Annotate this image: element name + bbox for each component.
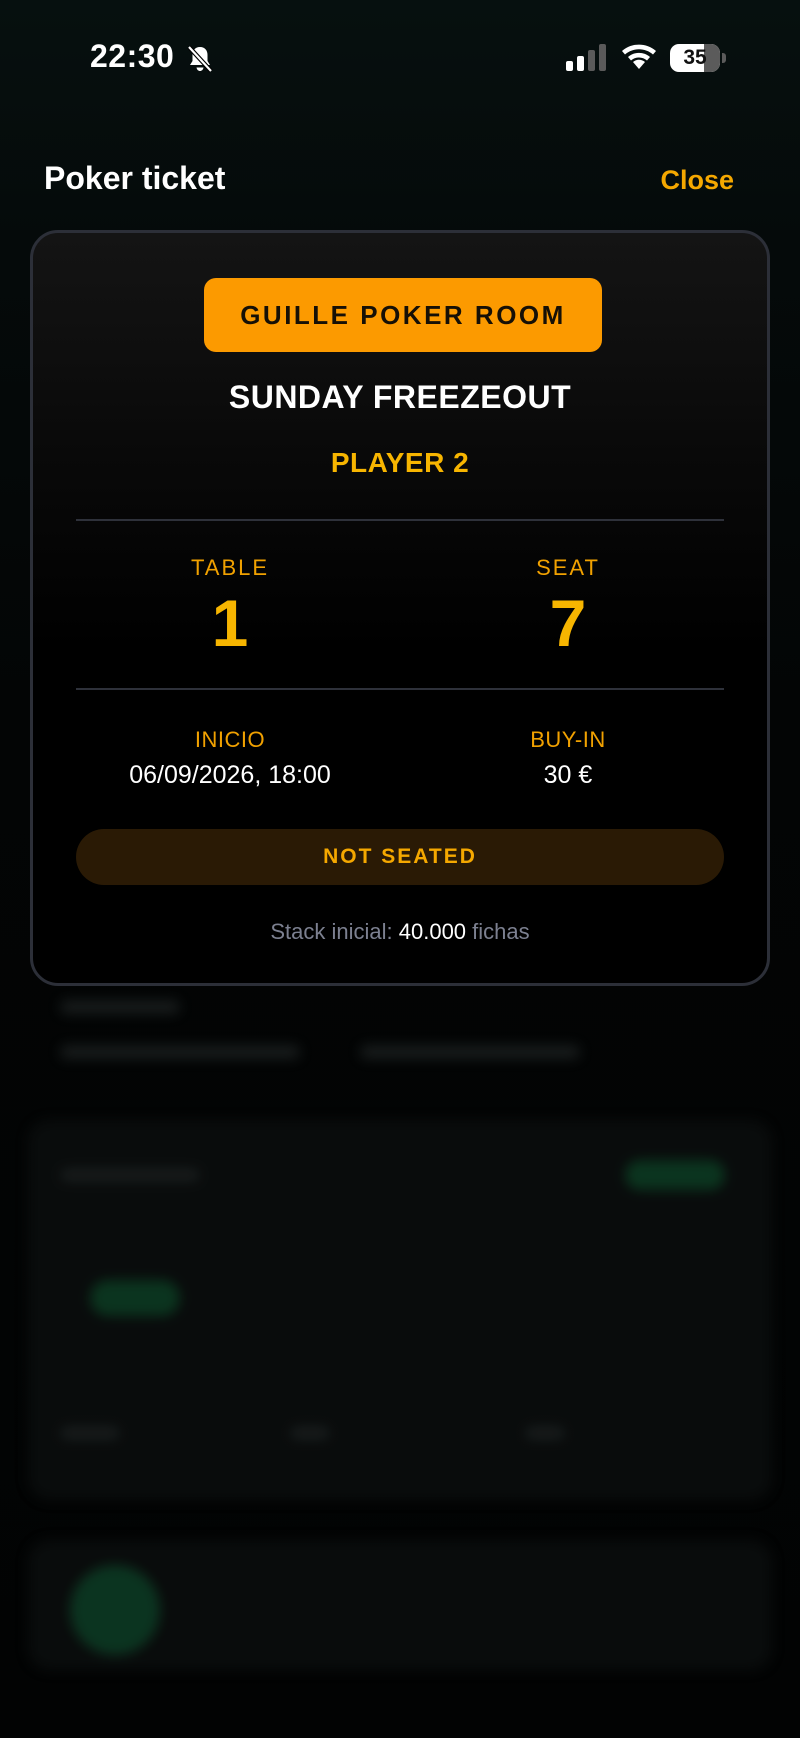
screen: 22:30 35 Poker ticket Close GUILLE POKER… <box>0 0 800 1738</box>
room-name-badge: GUILLE POKER ROOM <box>204 278 602 352</box>
close-button[interactable]: Close <box>660 165 734 196</box>
status-time: 22:30 <box>90 38 175 74</box>
stack-suffix: fichas <box>472 919 530 944</box>
poker-ticket-card: GUILLE POKER ROOM SUNDAY FREEZEOUT PLAYE… <box>30 230 770 986</box>
player-name: PLAYER 2 <box>330 447 470 478</box>
seat-value: 7 <box>549 586 587 660</box>
battery-icon: 35 <box>670 44 726 72</box>
bg-placeholder <box>360 1045 580 1059</box>
bg-tab-highlight <box>70 1565 160 1655</box>
wifi-icon <box>622 44 656 69</box>
bg-placeholder <box>290 1426 330 1440</box>
cellular-signal-icon <box>566 44 606 71</box>
bg-green-pill <box>90 1280 180 1316</box>
divider <box>76 688 724 690</box>
seat-status-badge: NOT SEATED <box>76 829 724 885</box>
battery-level: 35 <box>683 46 707 69</box>
start-label: INICIO <box>194 727 266 752</box>
buyin-label: BUY-IN <box>530 727 606 752</box>
sheet-title: Poker ticket <box>44 160 226 196</box>
event-name: SUNDAY FREEZEOUT <box>228 379 572 415</box>
status-bar: 22:30 35 <box>0 0 800 110</box>
bg-green-button <box>625 1160 725 1190</box>
bg-placeholder <box>60 1426 120 1440</box>
table-label: TABLE <box>190 555 270 580</box>
battery-tip <box>722 53 726 63</box>
bg-placeholder <box>60 1045 300 1059</box>
bell-slash-icon <box>187 45 213 73</box>
stack-value: 40.000 <box>398 919 467 944</box>
bg-placeholder <box>525 1426 565 1440</box>
buyin-value: 30 € <box>543 761 593 789</box>
table-value: 1 <box>211 586 249 660</box>
starting-stack: Stack inicial: 40.000 fichas <box>33 919 767 945</box>
stack-prefix: Stack inicial: <box>270 919 393 944</box>
start-value: 06/09/2026, 18:00 <box>129 761 331 789</box>
seat-label: SEAT <box>536 555 600 580</box>
bg-placeholder <box>60 1000 180 1014</box>
bg-placeholder <box>60 1168 200 1182</box>
divider <box>76 519 724 521</box>
